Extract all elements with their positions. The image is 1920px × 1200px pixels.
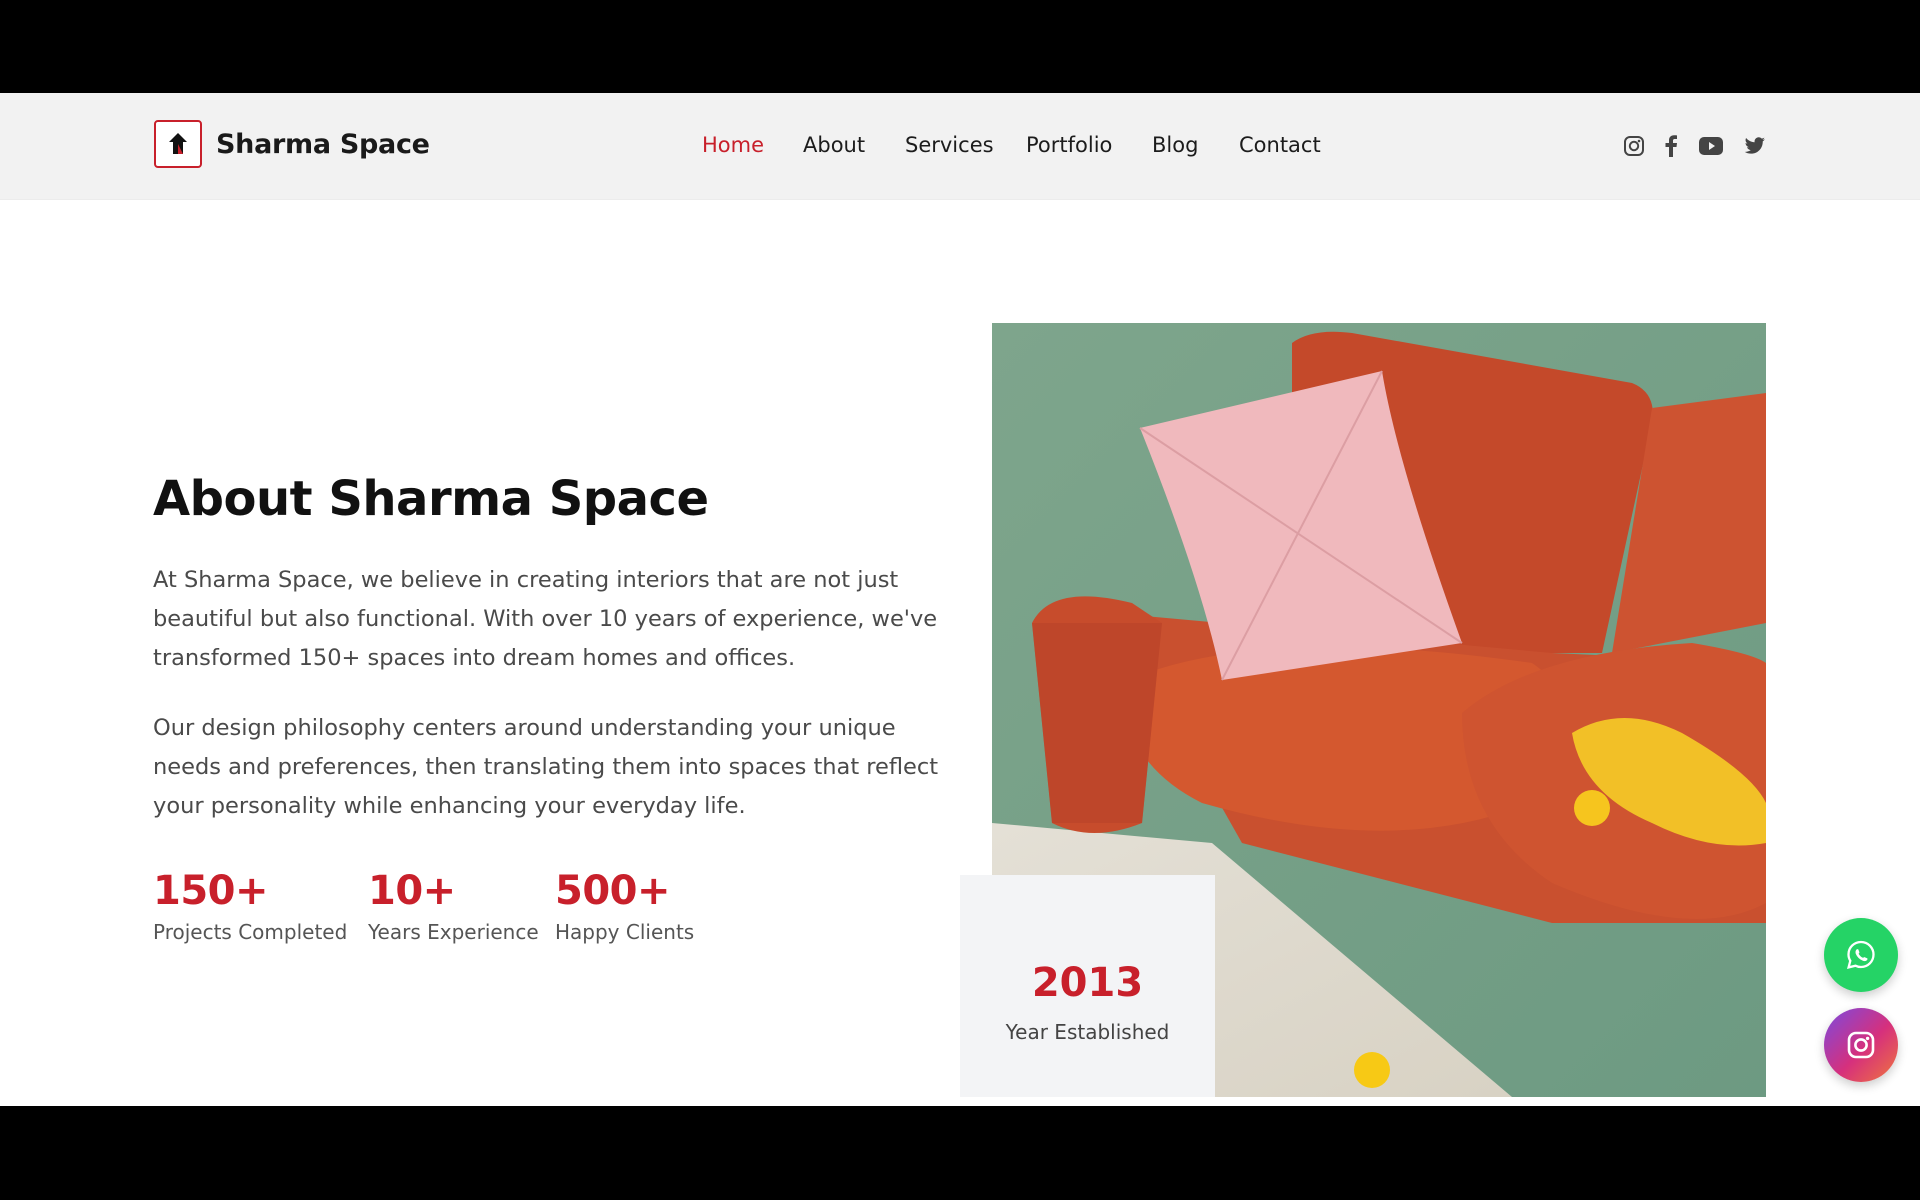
stat-value: 150+ bbox=[153, 868, 269, 914]
logo-house-icon bbox=[169, 133, 187, 154]
stat-value: 10+ bbox=[368, 868, 456, 914]
whatsapp-button[interactable] bbox=[1824, 918, 1898, 992]
nav-contact[interactable]: Contact bbox=[1239, 133, 1321, 157]
nav-portfolio[interactable]: Portfolio bbox=[1026, 133, 1112, 157]
stat-years: 10+ Years Experience bbox=[368, 868, 539, 944]
instagram-button[interactable] bbox=[1824, 1008, 1898, 1082]
twitter-icon[interactable] bbox=[1742, 133, 1768, 159]
instagram-icon[interactable] bbox=[1621, 133, 1647, 159]
youtube-icon[interactable] bbox=[1698, 133, 1724, 159]
stat-value: 500+ bbox=[555, 868, 671, 914]
nav-about[interactable]: About bbox=[803, 133, 865, 157]
nav-services[interactable]: Services bbox=[905, 133, 994, 157]
nav-home[interactable]: Home bbox=[702, 133, 764, 157]
established-year: 2013 bbox=[1031, 960, 1144, 1006]
stat-label: Projects Completed bbox=[153, 920, 348, 944]
whatsapp-icon bbox=[1847, 940, 1875, 969]
established-card: 2013 Year Established bbox=[960, 875, 1215, 1097]
stat-label: Happy Clients bbox=[555, 920, 695, 944]
about-title: About Sharma Space bbox=[153, 471, 709, 527]
stat-projects: 150+ Projects Completed bbox=[153, 868, 347, 944]
facebook-icon[interactable] bbox=[1658, 133, 1684, 159]
stat-clients: 500+ Happy Clients bbox=[555, 868, 694, 944]
page: Sharma Space Home About Services Portfol… bbox=[0, 93, 1920, 1106]
instagram-icon bbox=[1847, 1031, 1875, 1059]
stat-label: Years Experience bbox=[368, 920, 539, 944]
about-paragraph-2: Our design philosophy centers around und… bbox=[153, 715, 939, 819]
nav-blog[interactable]: Blog bbox=[1152, 133, 1198, 157]
established-label: Year Established bbox=[1005, 1020, 1170, 1044]
logo[interactable] bbox=[154, 120, 202, 168]
about-paragraph-1: At Sharma Space, we believe in creating … bbox=[153, 567, 938, 671]
brand-name[interactable]: Sharma Space bbox=[216, 129, 430, 160]
